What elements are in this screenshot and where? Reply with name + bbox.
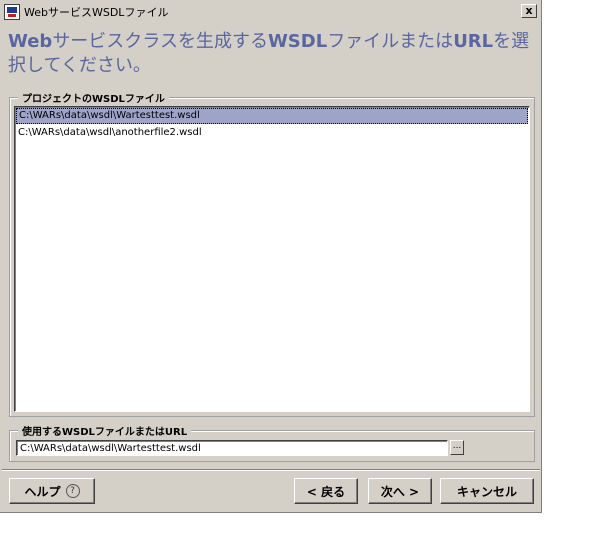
project-wsdl-group-label: プロジェクトのWSDLファイル — [18, 90, 169, 105]
window-title: WebサービスWSDLファイル — [24, 5, 169, 19]
heading-part-service: サービスクラスを生成する — [52, 31, 268, 52]
back-button[interactable]: < 戻る — [294, 478, 358, 504]
list-item[interactable]: C:\WARs\data\wsdl\Wartesttest.wsdl — [16, 108, 528, 124]
heading-part-web: Web — [8, 31, 53, 52]
close-button[interactable]: x — [521, 4, 537, 18]
list-item[interactable]: C:\WARs\data\wsdl\anotherfile2.wsdl — [16, 125, 528, 141]
button-separator — [2, 469, 540, 471]
help-icon: ? — [65, 484, 80, 498]
wsdl-dialog: WebサービスWSDLファイル x Webサービスクラスを生成するWSDLファイ… — [0, 0, 542, 513]
help-button-label: ヘルプ — [24, 484, 61, 499]
url-group-label: 使用するWSDLファイルまたはURL — [18, 423, 192, 438]
wsdl-url-input[interactable] — [16, 440, 448, 456]
title-bar[interactable]: WebサービスWSDLファイル x — [2, 2, 540, 21]
help-button[interactable]: ヘルプ ? — [9, 478, 95, 504]
page-heading: Webサービスクラスを生成するWSDLファイルまたはURLを選択してください。 — [8, 30, 536, 78]
heading-part-wsdl: WSDL — [267, 31, 328, 52]
next-button[interactable]: 次へ > — [368, 478, 432, 504]
browse-button[interactable]: ... — [450, 440, 464, 455]
heading-part-file: ファイルまたは — [327, 31, 454, 52]
cancel-button[interactable]: キャンセル — [440, 478, 534, 504]
wsdl-file-list[interactable]: C:\WARs\data\wsdl\Wartesttest.wsdl C:\WA… — [14, 106, 530, 412]
heading-part-url: URL — [453, 31, 494, 52]
app-icon — [4, 3, 20, 20]
